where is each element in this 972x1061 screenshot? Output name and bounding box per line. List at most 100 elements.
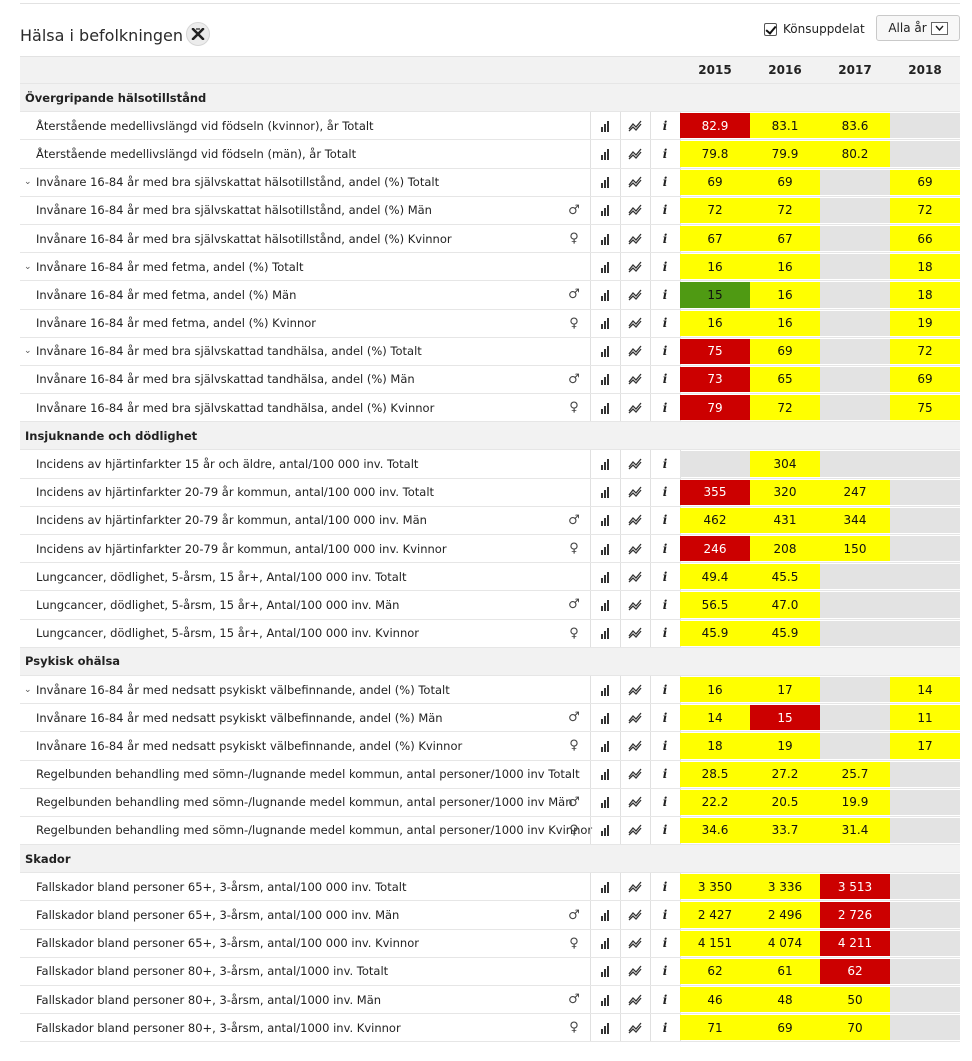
table-row[interactable]: Regelbunden behandling med sömn-/lugnand… [20,816,960,846]
indicator-label[interactable]: ⌄ Invånare 16-84 år med fetma, andel (%) … [24,253,544,280]
trend-button[interactable] [620,676,650,703]
bar-chart-button[interactable] [590,732,620,759]
table-row[interactable]: Incidens av hjärtinfarkter 20-79 år komm… [20,478,960,507]
bar-chart-button[interactable] [590,450,620,477]
table-row[interactable]: Invånare 16-84 år med nedsatt psykiskt v… [20,704,960,733]
table-row[interactable]: Invånare 16-84 år med bra självskattad t… [20,394,960,423]
table-row[interactable]: Regelbunden behandling med sömn-/lugnand… [20,760,960,789]
info-button[interactable]: i [650,1014,680,1041]
info-button[interactable]: i [650,789,680,816]
table-row[interactable]: ⌄ Invånare 16-84 år med nedsatt psykiskt … [20,675,960,705]
trend-button[interactable] [620,591,650,618]
trend-button[interactable] [620,817,650,844]
indicator-label[interactable]: Incidens av hjärtinfarkter 20-79 år komm… [36,507,556,534]
trend-button[interactable] [620,789,650,816]
indicator-label[interactable]: Fallskador bland personer 80+, 3-årsm, a… [36,1014,556,1041]
trend-button[interactable] [620,253,650,280]
info-button[interactable]: i [650,366,680,393]
info-button[interactable]: i [650,479,680,506]
info-button[interactable]: i [650,563,680,590]
indicator-label[interactable]: Fallskador bland personer 65+, 3-årsm, a… [36,901,556,928]
bar-chart-button[interactable] [590,394,620,421]
bar-chart-button[interactable] [590,817,620,844]
trend-button[interactable] [620,197,650,224]
bar-chart-button[interactable] [590,930,620,957]
indicator-label[interactable]: Fallskador bland personer 80+, 3-årsm, a… [36,958,556,985]
bar-chart-button[interactable] [590,225,620,252]
trend-button[interactable] [620,873,650,900]
trend-button[interactable] [620,169,650,196]
table-row[interactable]: Återstående medellivslängd vid födseln (… [20,112,960,141]
indicator-label[interactable]: Incidens av hjärtinfarkter 20-79 år komm… [36,535,556,562]
trend-button[interactable] [620,394,650,421]
info-button[interactable]: i [650,394,680,421]
trend-button[interactable] [620,479,650,506]
indicator-label[interactable]: Fallskador bland personer 80+, 3-årsm, a… [36,986,556,1013]
year-select[interactable]: Alla år [876,15,960,41]
bar-chart-button[interactable] [590,958,620,985]
info-button[interactable]: i [650,761,680,788]
info-button[interactable]: i [650,112,680,139]
bar-chart-button[interactable] [590,761,620,788]
indicator-label[interactable]: Fallskador bland personer 65+, 3-årsm, a… [36,873,556,900]
info-button[interactable]: i [650,338,680,365]
bar-chart-button[interactable] [590,310,620,337]
bar-chart-button[interactable] [590,873,620,900]
table-row[interactable]: Incidens av hjärtinfarkter 15 år och äld… [20,450,960,479]
trend-button[interactable] [620,507,650,534]
bar-chart-button[interactable] [590,112,620,139]
indicator-label[interactable]: Regelbunden behandling med sömn-/lugnand… [36,761,580,788]
table-row[interactable]: Incidens av hjärtinfarkter 20-79 år komm… [20,506,960,535]
info-button[interactable]: i [650,281,680,308]
table-row[interactable]: Invånare 16-84 år med bra självskattad t… [20,365,960,395]
info-button[interactable]: i [650,986,680,1013]
excel-export-button[interactable] [186,22,210,46]
table-row[interactable]: Lungcancer, dödlighet, 5-årsm, 15 år+, A… [20,563,960,592]
trend-button[interactable] [620,310,650,337]
info-button[interactable]: i [650,732,680,759]
info-button[interactable]: i [650,140,680,167]
gender-split-checkbox[interactable] [764,22,777,36]
bar-chart-button[interactable] [590,197,620,224]
bar-chart-button[interactable] [590,986,620,1013]
trend-button[interactable] [620,563,650,590]
info-button[interactable]: i [650,450,680,477]
bar-chart-button[interactable] [590,563,620,590]
info-button[interactable]: i [650,930,680,957]
bar-chart-button[interactable] [590,591,620,618]
bar-chart-button[interactable] [590,704,620,731]
table-row[interactable]: Invånare 16-84 år med fetma, andel (%) K… [20,309,960,338]
info-button[interactable]: i [650,253,680,280]
indicator-label[interactable]: Återstående medellivslängd vid födseln (… [36,140,556,167]
table-row[interactable]: Incidens av hjärtinfarkter 20-79 år komm… [20,535,960,564]
indicator-label[interactable]: Återstående medellivslängd vid födseln (… [36,112,556,139]
trend-button[interactable] [620,761,650,788]
bar-chart-button[interactable] [590,366,620,393]
indicator-label[interactable]: Invånare 16-84 år med bra självskattat h… [36,197,556,224]
bar-chart-button[interactable] [590,169,620,196]
table-row[interactable]: Regelbunden behandling med sömn-/lugnand… [20,788,960,817]
table-row[interactable]: Fallskador bland personer 65+, 3-årsm, a… [20,929,960,958]
table-row[interactable]: Lungcancer, dödlighet, 5-årsm, 15 år+, A… [20,619,960,648]
table-row[interactable]: Fallskador bland personer 80+, 3-årsm, a… [20,957,960,986]
chevron-down-icon[interactable]: ⌄ [24,262,36,272]
indicator-label[interactable]: Lungcancer, dödlighet, 5-årsm, 15 år+, A… [36,591,556,618]
trend-button[interactable] [620,986,650,1013]
indicator-label[interactable]: ⌄ Invånare 16-84 år med bra självskattat … [24,169,544,196]
table-row[interactable]: Invånare 16-84 år med fetma, andel (%) M… [20,281,960,310]
bar-chart-button[interactable] [590,676,620,703]
table-row[interactable]: Lungcancer, dödlighet, 5-årsm, 15 år+, A… [20,591,960,620]
indicator-label[interactable]: ⌄ Invånare 16-84 år med bra självskattad … [24,338,544,365]
trend-button[interactable] [620,225,650,252]
info-button[interactable]: i [650,704,680,731]
trend-button[interactable] [620,704,650,731]
bar-chart-button[interactable] [590,901,620,928]
indicator-label[interactable]: Lungcancer, dödlighet, 5-årsm, 15 år+, A… [36,563,556,590]
indicator-label[interactable]: Invånare 16-84 år med bra självskattat h… [36,225,556,252]
table-row[interactable]: Fallskador bland personer 80+, 3-årsm, a… [20,1014,960,1043]
info-button[interactable]: i [650,535,680,562]
indicator-label[interactable]: Invånare 16-84 år med fetma, andel (%) K… [36,310,556,337]
info-button[interactable]: i [650,676,680,703]
trend-button[interactable] [620,930,650,957]
indicator-label[interactable]: Incidens av hjärtinfarkter 15 år och äld… [36,450,556,477]
